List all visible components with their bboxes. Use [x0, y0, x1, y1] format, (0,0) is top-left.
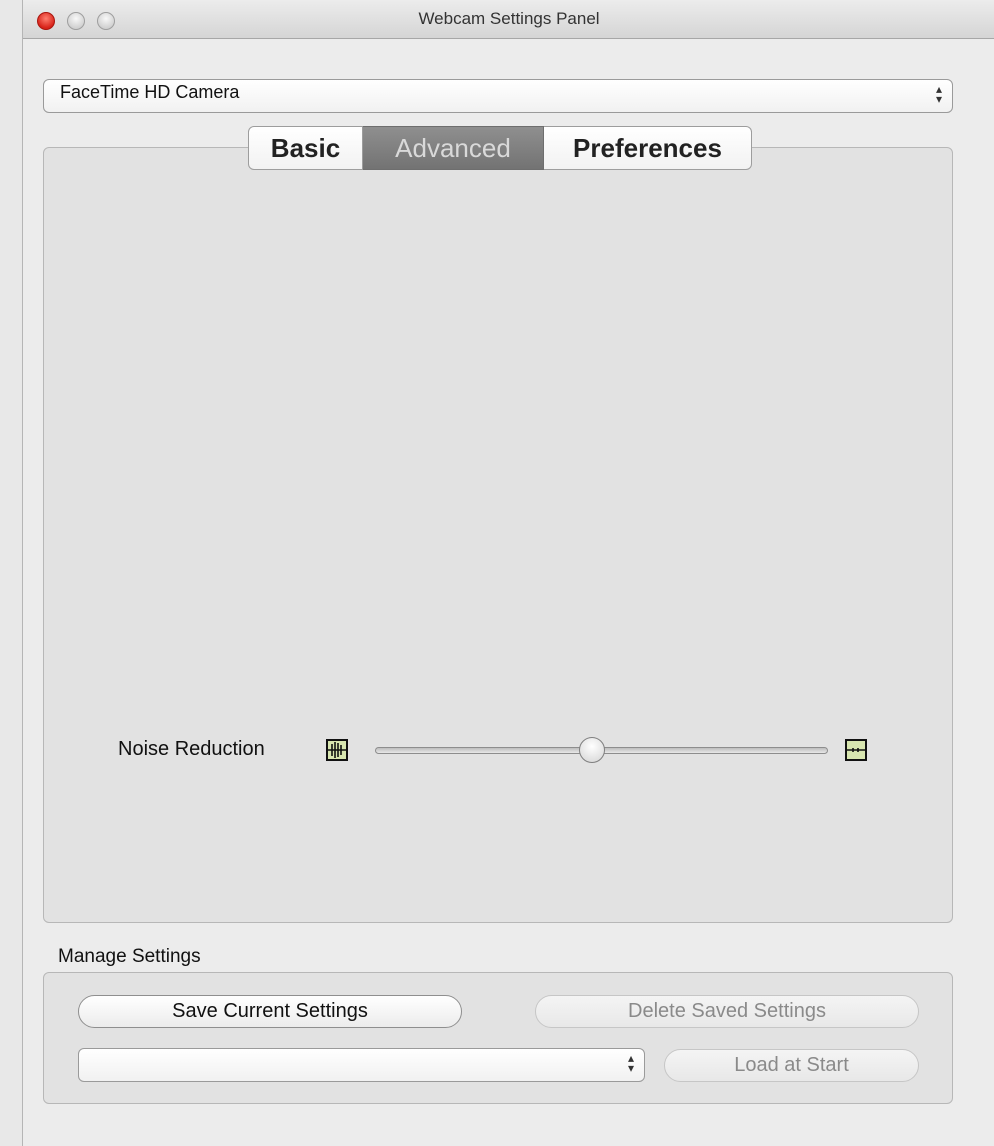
up-down-arrows-icon: ▴ ▾	[627, 1051, 634, 1075]
camera-select-value: FaceTime HD Camera	[60, 82, 240, 102]
saved-settings-select[interactable]: ▴ ▾	[78, 1048, 645, 1082]
tab-bar: Basic Advanced Preferences	[248, 126, 752, 170]
tab-advanced[interactable]: Advanced	[363, 126, 544, 170]
load-at-start-button[interactable]: Load at Start	[664, 1049, 919, 1082]
up-down-arrows-icon: ▴ ▾	[935, 82, 942, 106]
delete-saved-settings-button[interactable]: Delete Saved Settings	[535, 995, 919, 1028]
noise-low-icon	[845, 739, 867, 761]
tab-basic[interactable]: Basic	[248, 126, 363, 170]
noise-high-icon	[326, 739, 348, 761]
save-current-settings-button[interactable]: Save Current Settings	[78, 995, 462, 1028]
manage-settings-label: Manage Settings	[58, 946, 201, 967]
title-bar[interactable]: Webcam Settings Panel	[23, 0, 994, 39]
window-title: Webcam Settings Panel	[418, 9, 600, 28]
noise-reduction-label: Noise Reduction	[118, 738, 265, 760]
manage-settings-box	[43, 972, 953, 1104]
tab-preferences[interactable]: Preferences	[544, 126, 752, 170]
camera-select[interactable]: FaceTime HD Camera ▴ ▾	[43, 79, 953, 113]
tab-panel	[43, 147, 953, 923]
